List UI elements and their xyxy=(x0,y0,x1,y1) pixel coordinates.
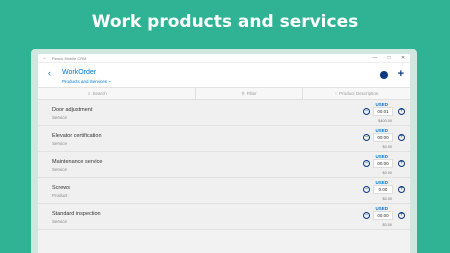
item-name: Elevator certification xyxy=(52,133,102,139)
item-name: Maintenance service xyxy=(52,159,103,165)
close-button[interactable]: ✕ xyxy=(396,55,410,61)
list-item[interactable]: Door adjustment Service USED − 00:01 + $… xyxy=(38,100,410,126)
view-label: Products and Services xyxy=(62,78,108,84)
view-selector[interactable]: Products and Services ⌄ xyxy=(62,78,112,84)
item-name: Screws xyxy=(52,185,71,191)
search-input[interactable]: ⌕ Search xyxy=(38,88,196,99)
search-filter-bar: ⌕ Search ⚲ Filter ↑ Product Description xyxy=(38,88,410,100)
list-item[interactable]: Standard inspection Service USED − 00:00… xyxy=(38,204,410,230)
item-name: Door adjustment xyxy=(52,107,93,113)
product-list: Door adjustment Service USED − 00:01 + $… xyxy=(38,100,410,230)
window-back-icon[interactable]: ← xyxy=(38,55,52,61)
item-name: Standard inspection xyxy=(52,211,101,217)
maximize-button[interactable]: □ xyxy=(382,55,396,61)
decrement-button[interactable]: − xyxy=(363,212,370,219)
item-type: Service xyxy=(52,115,68,120)
quantity-field[interactable]: 00:00 xyxy=(373,159,393,168)
item-price: $400.00 xyxy=(378,119,392,123)
minimize-button[interactable]: — xyxy=(368,55,382,61)
decrement-button[interactable]: − xyxy=(363,186,370,193)
app-window: ← Resco Mobile CRM — □ ✕ ‹ WorkOrder Pro… xyxy=(38,54,410,253)
filter-button[interactable]: ⚲ Filter xyxy=(196,88,304,99)
filter-label: Filter xyxy=(246,91,257,96)
entity-title: WorkOrder xyxy=(62,69,97,76)
item-type: Service xyxy=(52,141,68,146)
quantity-field[interactable]: 00:00 xyxy=(373,133,393,142)
list-item[interactable]: Screws Product USED − 0.00 + $0.00 xyxy=(38,178,410,204)
increment-button[interactable]: + xyxy=(398,212,405,219)
increment-button[interactable]: + xyxy=(398,160,405,167)
chevron-down-icon: ⌄ xyxy=(108,78,112,83)
increment-button[interactable]: + xyxy=(398,134,405,141)
decrement-button[interactable]: − xyxy=(363,160,370,167)
sort-icon: ↑ xyxy=(334,91,338,96)
list-item[interactable]: Maintenance service Service USED − 00:00… xyxy=(38,152,410,178)
search-placeholder: Search xyxy=(92,91,107,96)
sync-icon[interactable] xyxy=(380,71,388,79)
promo-headline: Work products and services xyxy=(91,12,359,32)
item-price: $0.00 xyxy=(382,145,392,149)
window-title: Resco Mobile CRM xyxy=(52,55,87,61)
list-item[interactable]: Elevator certification Service USED − 00… xyxy=(38,126,410,152)
filter-icon: ⚲ xyxy=(241,90,245,96)
decrement-button[interactable]: − xyxy=(363,134,370,141)
add-icon[interactable]: + xyxy=(398,68,404,80)
sort-button[interactable]: ↑ Product Description xyxy=(303,88,410,99)
quantity-field[interactable]: 00:00 xyxy=(373,211,393,220)
quantity-field[interactable]: 0.00 xyxy=(373,185,393,194)
increment-button[interactable]: + xyxy=(398,108,405,115)
search-icon: ⌕ xyxy=(88,91,91,96)
item-price: $0.00 xyxy=(382,197,392,201)
decrement-button[interactable]: − xyxy=(363,108,370,115)
item-price: $0.00 xyxy=(382,223,392,227)
item-type: Product xyxy=(52,193,68,198)
app-header: ‹ WorkOrder Products and Services ⌄ + xyxy=(38,63,410,88)
device-frame: ← Resco Mobile CRM — □ ✕ ‹ WorkOrder Pro… xyxy=(31,49,417,253)
sort-label: Product Description xyxy=(339,91,379,96)
window-titlebar: ← Resco Mobile CRM — □ ✕ xyxy=(38,54,410,63)
item-price: $0.00 xyxy=(382,171,392,175)
item-type: Service xyxy=(52,219,68,224)
increment-button[interactable]: + xyxy=(398,186,405,193)
back-chevron-icon[interactable]: ‹ xyxy=(48,68,51,78)
quantity-field[interactable]: 00:01 xyxy=(373,107,393,116)
item-type: Service xyxy=(52,167,68,172)
